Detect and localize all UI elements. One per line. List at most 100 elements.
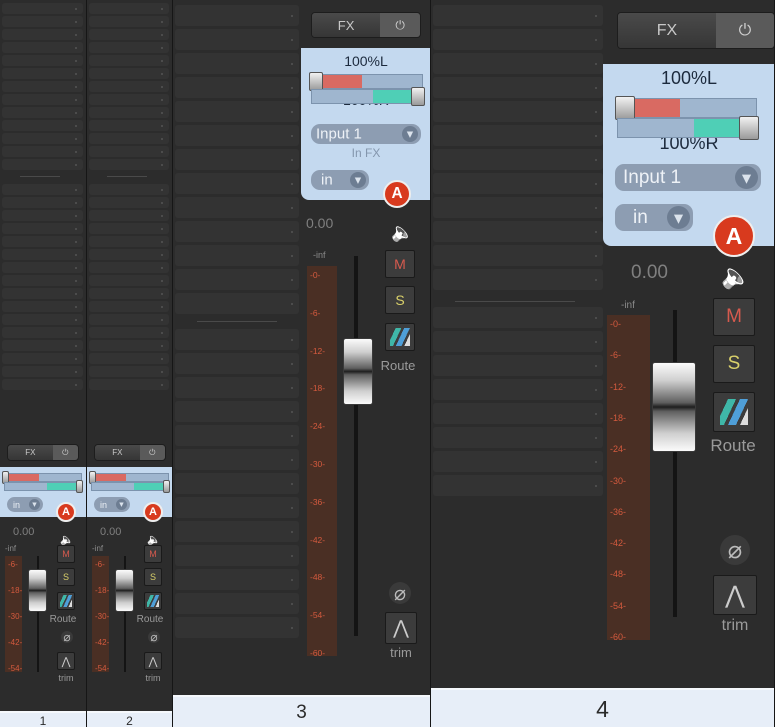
- route-button[interactable]: [144, 592, 162, 610]
- fx-slot[interactable]: [89, 327, 169, 338]
- fx-slot[interactable]: [433, 101, 603, 122]
- fx-slot[interactable]: [2, 288, 83, 299]
- fx-slot[interactable]: [89, 353, 169, 364]
- fx-slot[interactable]: [2, 120, 83, 131]
- fx-slot[interactable]: [433, 77, 603, 98]
- fx-slot[interactable]: [89, 236, 169, 247]
- fx-slot[interactable]: [89, 81, 169, 92]
- fx-slot[interactable]: [175, 329, 299, 350]
- fx-slot[interactable]: [2, 236, 83, 247]
- fx-slot[interactable]: [175, 401, 299, 422]
- fx-slot[interactable]: [175, 149, 299, 170]
- fx-slot[interactable]: [175, 173, 299, 194]
- fx-slot[interactable]: [89, 94, 169, 105]
- pan-right-knob[interactable]: [76, 480, 83, 493]
- solo-button[interactable]: S: [713, 345, 755, 383]
- track-number[interactable]: 2: [87, 711, 172, 727]
- pan-right-bar[interactable]: [311, 89, 423, 104]
- fx-slot[interactable]: [89, 249, 169, 260]
- fx-slot[interactable]: [433, 355, 603, 376]
- fx-slot[interactable]: [175, 473, 299, 494]
- fx-slot[interactable]: [2, 68, 83, 79]
- fx-slot[interactable]: [89, 210, 169, 221]
- fx-slot[interactable]: [2, 301, 83, 312]
- trim-button[interactable]: ⋀: [385, 612, 417, 644]
- volume-fader-knob[interactable]: [652, 362, 696, 452]
- pan-right-knob[interactable]: [163, 480, 170, 493]
- fx-slot[interactable]: [433, 331, 603, 352]
- input-mode-dropdown[interactable]: in ▾: [94, 497, 130, 512]
- fx-slot[interactable]: [175, 497, 299, 518]
- fx-slot[interactable]: [433, 307, 603, 328]
- fx-slot[interactable]: [2, 223, 83, 234]
- volume-fader-knob[interactable]: [28, 569, 47, 612]
- record-arm-button[interactable]: A: [713, 215, 755, 257]
- trim-button[interactable]: ⋀: [713, 575, 757, 615]
- trim-button[interactable]: ⋀: [144, 652, 162, 670]
- fx-slot[interactable]: [89, 197, 169, 208]
- fx-slot[interactable]: [433, 5, 603, 26]
- pan-left-bar[interactable]: [311, 74, 423, 89]
- solo-button[interactable]: S: [385, 286, 415, 314]
- fx-slot[interactable]: [433, 379, 603, 400]
- track-number[interactable]: 4: [431, 688, 774, 727]
- fx-slot[interactable]: [89, 301, 169, 312]
- input-mode-dropdown[interactable]: in ▾: [7, 497, 43, 512]
- fx-slot[interactable]: [175, 377, 299, 398]
- fx-slot[interactable]: [89, 314, 169, 325]
- volume-fader-track[interactable]: [673, 310, 677, 617]
- pan-left-bar[interactable]: [4, 473, 82, 482]
- fx-bar[interactable]: FX ⏻: [617, 12, 774, 49]
- fx-slot[interactable]: [89, 159, 169, 170]
- fx-slot[interactable]: [89, 379, 169, 390]
- fx-button[interactable]: FX: [312, 13, 381, 37]
- route-button[interactable]: [713, 392, 755, 432]
- record-arm-button[interactable]: A: [56, 502, 76, 522]
- solo-button[interactable]: S: [57, 568, 75, 586]
- fx-slot[interactable]: [89, 275, 169, 286]
- fx-slot[interactable]: [89, 29, 169, 40]
- fx-slot[interactable]: [175, 77, 299, 98]
- fx-slot[interactable]: [89, 120, 169, 131]
- fx-slot[interactable]: [433, 451, 603, 472]
- input-mode-dropdown[interactable]: in ▾: [615, 204, 693, 231]
- mute-button[interactable]: M: [144, 545, 162, 563]
- fx-slot[interactable]: [2, 197, 83, 208]
- fx-slot[interactable]: [89, 288, 169, 299]
- fx-slot[interactable]: [2, 184, 83, 195]
- fx-slot[interactable]: [2, 94, 83, 105]
- fx-slot[interactable]: [175, 221, 299, 242]
- fx-slot[interactable]: [2, 42, 83, 53]
- pan-left-bar[interactable]: [617, 98, 757, 118]
- phase-invert-icon[interactable]: ⌀: [389, 582, 411, 605]
- fx-slot[interactable]: [2, 159, 83, 170]
- pan-right-bar[interactable]: [4, 482, 82, 491]
- fx-slot[interactable]: [433, 269, 603, 290]
- power-icon[interactable]: ⏻: [380, 13, 420, 37]
- fx-slot[interactable]: [2, 262, 83, 273]
- fx-slot[interactable]: [2, 16, 83, 27]
- fx-slot[interactable]: [89, 184, 169, 195]
- fx-slot[interactable]: [433, 475, 603, 496]
- fx-slot[interactable]: [89, 42, 169, 53]
- fx-slot[interactable]: [433, 221, 603, 242]
- fx-slot[interactable]: [89, 366, 169, 377]
- fx-slot[interactable]: [175, 521, 299, 542]
- fx-slot[interactable]: [175, 569, 299, 590]
- phase-invert-icon[interactable]: ⌀: [61, 630, 73, 644]
- route-button[interactable]: [385, 323, 415, 351]
- pan-right-bar[interactable]: [91, 482, 169, 491]
- fx-bar[interactable]: FX ⏻: [94, 444, 166, 461]
- fx-slot[interactable]: [2, 275, 83, 286]
- track-number[interactable]: 3: [173, 695, 430, 727]
- pan-left-bar[interactable]: [91, 473, 169, 482]
- fx-slot[interactable]: [433, 53, 603, 74]
- fx-bar[interactable]: FX ⏻: [311, 12, 421, 38]
- fx-slot[interactable]: [175, 353, 299, 374]
- solo-button[interactable]: S: [144, 568, 162, 586]
- volume-fader-track[interactable]: [354, 256, 358, 636]
- fx-slot[interactable]: [433, 125, 603, 146]
- mute-button[interactable]: M: [57, 545, 75, 563]
- record-arm-button[interactable]: A: [383, 180, 411, 208]
- fx-slot[interactable]: [175, 293, 299, 314]
